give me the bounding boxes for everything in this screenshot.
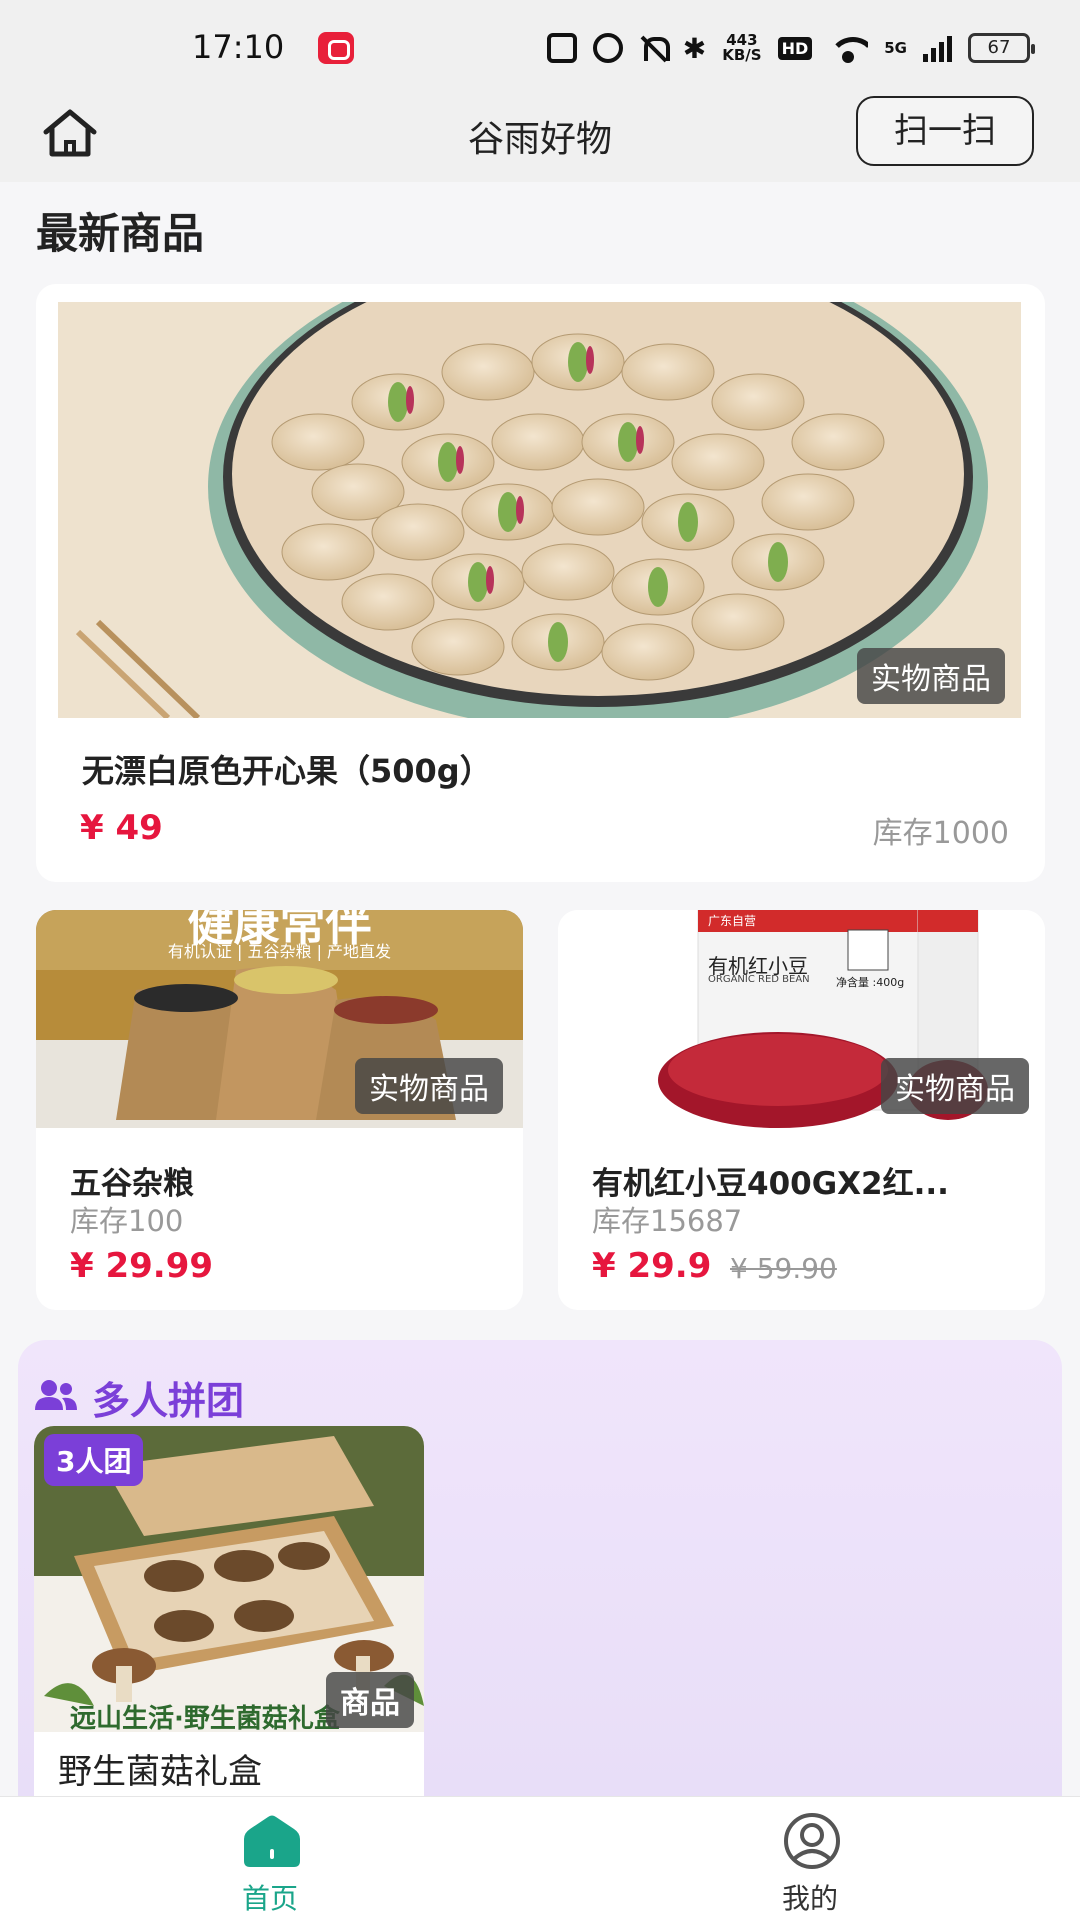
wifi-icon [828, 33, 869, 63]
status-time: 17:10 [192, 28, 285, 66]
product-type-tag: 实物商品 [355, 1058, 503, 1114]
section-title-latest: 最新商品 [36, 209, 205, 258]
package-weight: 净含量 :400g [836, 976, 905, 989]
battery-level: 67 [987, 37, 1011, 58]
banner-subtitle: 有机认证 | 五谷杂粮 | 产地直发 [167, 942, 392, 961]
tab-home[interactable]: 首页 [170, 1797, 370, 1920]
product-card-red-beans[interactable]: 广东自营 有机红小豆 ORGANIC RED BEAN 净含量 :400g 实物… [558, 910, 1045, 1310]
product-image-pistachio: 实物商品 [58, 302, 1021, 718]
group-size-badge: 3人团 [44, 1434, 144, 1486]
product-card-grains[interactable]: 健康常伴 有机认证 | 五谷杂粮 | 产地直发 实物商品 五谷杂粮 库存100 … [36, 910, 523, 1310]
product-name: 有机红小豆400GX2红... [592, 1166, 949, 1202]
tab-label: 首页 [241, 1882, 298, 1915]
product-type-tag: 实物商品 [881, 1058, 1029, 1114]
scan-button[interactable]: 扫一扫 [856, 96, 1034, 166]
app-notification-icon [318, 32, 354, 64]
tab-mine[interactable]: 我的 [710, 1797, 910, 1920]
product-price: ¥ 29.99 [70, 1246, 214, 1286]
product-stock: 库存1000 [872, 816, 1009, 851]
network-speed-unit: KB/S [722, 46, 762, 64]
hd-badge: HD [777, 36, 813, 60]
status-icons: ✱ 443 KB/S HD 5G 67 [546, 28, 1035, 68]
product-stock: 库存15687 [592, 1204, 743, 1238]
nfc-icon [546, 33, 577, 63]
product-type-tag: 实物商品 [857, 648, 1005, 704]
product-image-mushroom-box: 3人团 远山生活·野生菌菇礼盒 商品 [34, 1426, 424, 1732]
product-caption: 远山生活·野生菌菇礼盒 [70, 1704, 340, 1732]
package-subtitle: ORGANIC RED BEAN [708, 974, 810, 985]
home-tab-icon [244, 1815, 300, 1867]
header: 谷雨好物 扫一扫 [0, 96, 1080, 182]
network-type: 5G [884, 38, 907, 57]
featured-product-card[interactable]: 实物商品 无漂白原色开心果（500g） ¥ 49 库存1000 [36, 284, 1045, 882]
product-price: ¥ 49 [80, 808, 163, 848]
bottom-tab-bar: 首页 我的 [0, 1796, 1080, 1920]
battery-icon: 67 [968, 33, 1035, 63]
product-type-tag: 商品 [326, 1672, 414, 1728]
user-profile-icon [784, 1813, 840, 1869]
product-image-grains: 健康常伴 有机认证 | 五谷杂粮 | 产地直发 实物商品 [36, 910, 523, 1128]
product-image-red-beans: 广东自营 有机红小豆 ORGANIC RED BEAN 净含量 :400g 实物… [558, 910, 1045, 1128]
users-icon [35, 1380, 77, 1410]
product-name: 野生菌菇礼盒 [58, 1752, 262, 1792]
mute-icon [639, 34, 670, 62]
product-name: 无漂白原色开心果（500g） [82, 752, 492, 790]
product-price: ¥ 29.9 [592, 1246, 712, 1286]
status-bar: 17:10 ✱ 443 KB/S HD 5G 67 [0, 0, 1080, 96]
alarm-icon [592, 33, 623, 63]
tab-label: 我的 [781, 1882, 838, 1915]
bluetooth-icon: ✱ [682, 31, 707, 65]
product-original-price: ¥ 59.90 [730, 1252, 837, 1285]
network-speed: 443 KB/S [722, 33, 761, 63]
package-brand: 广东自营 [708, 914, 757, 928]
network-type-label: 5G [884, 38, 907, 57]
signal-icon [923, 34, 952, 62]
group-buy-title: 多人拼团 [92, 1379, 245, 1423]
product-name: 五谷杂粮 [70, 1166, 194, 1202]
product-stock: 库存100 [70, 1204, 184, 1238]
